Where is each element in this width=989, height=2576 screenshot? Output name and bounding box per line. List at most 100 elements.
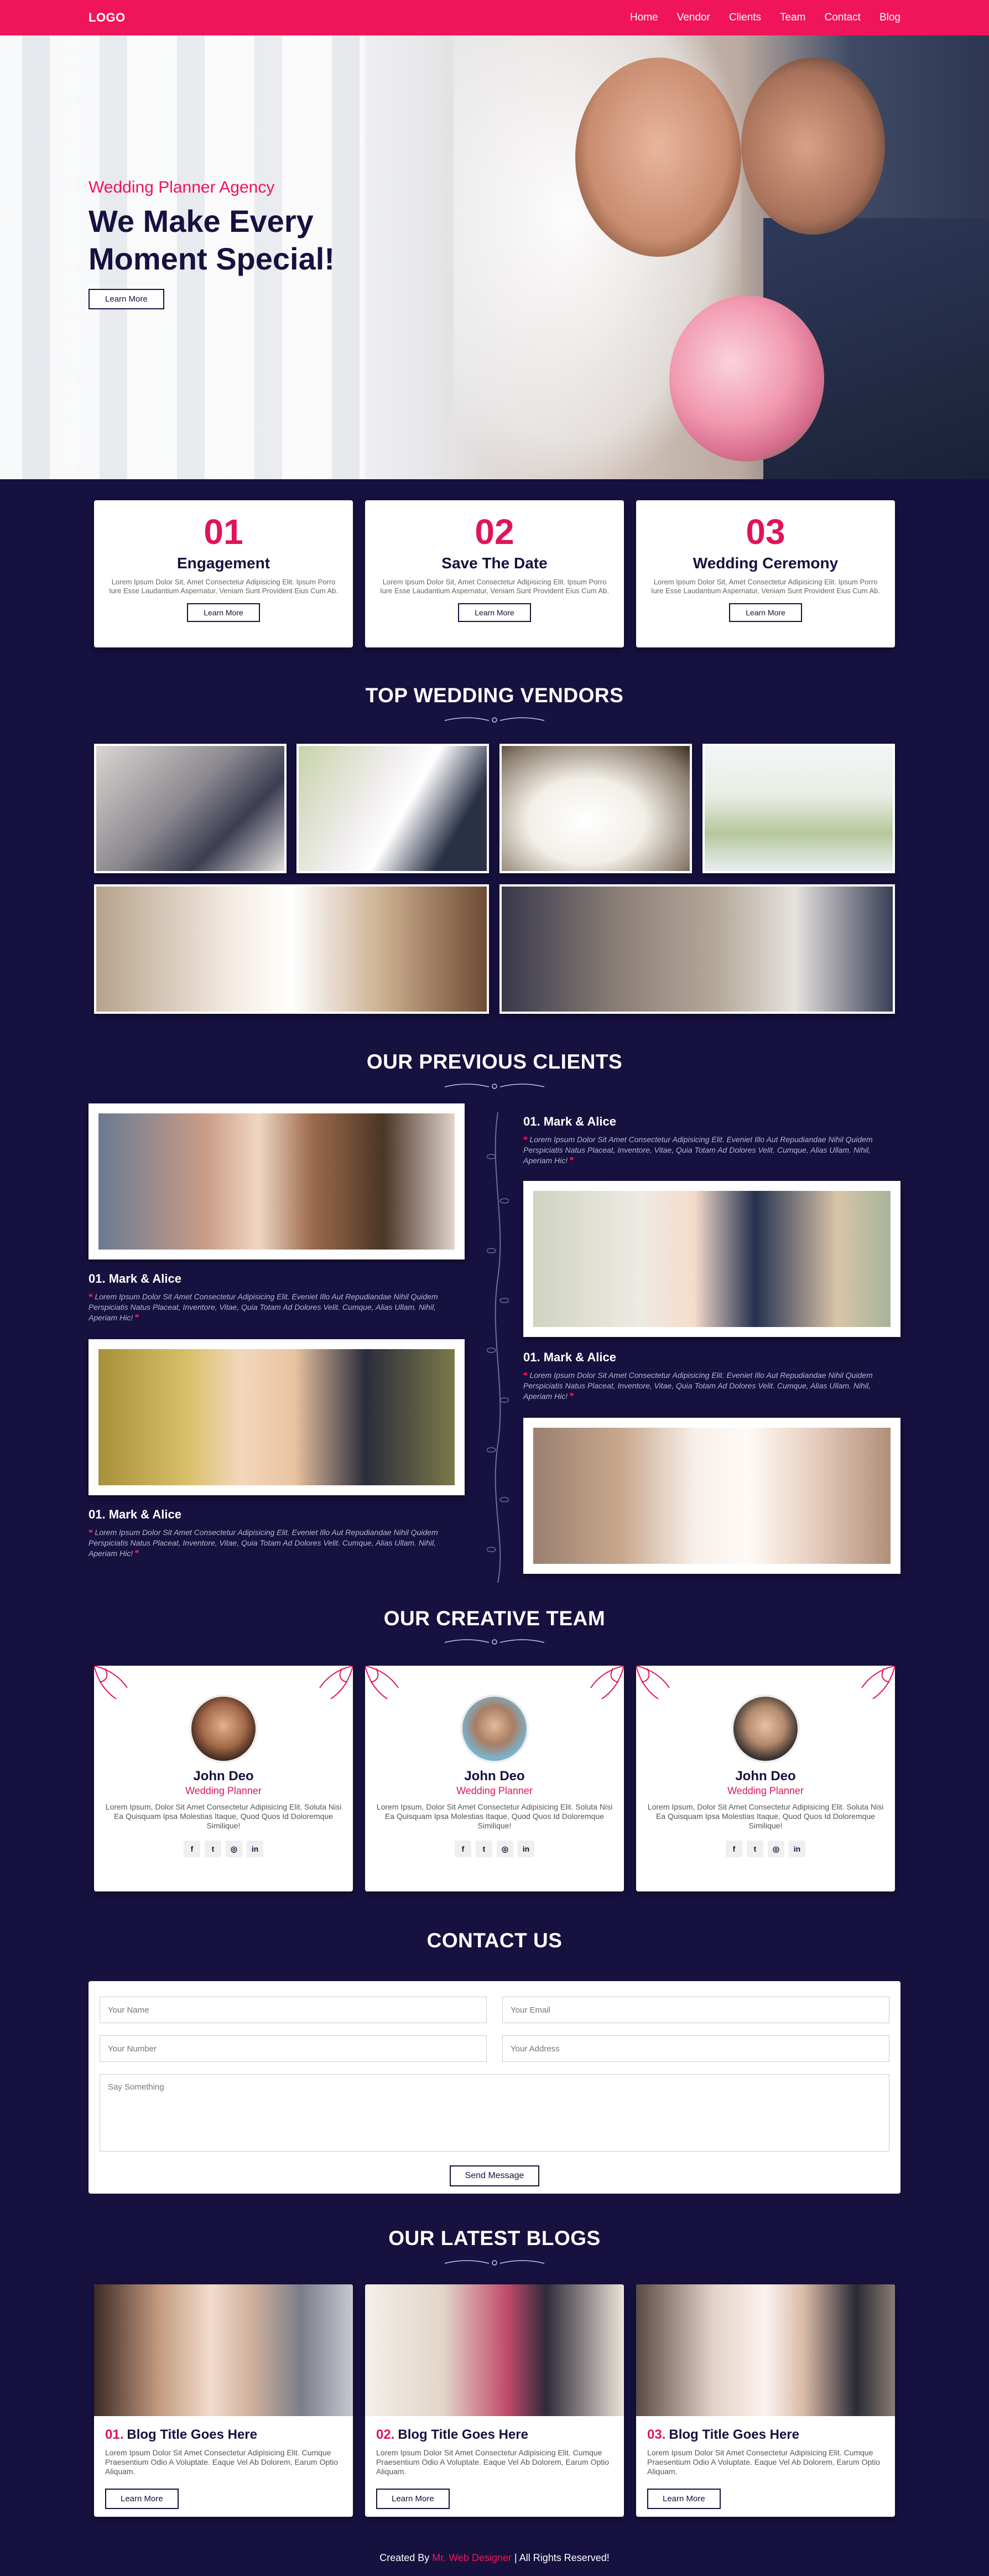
blog-image[interactable] bbox=[365, 2284, 624, 2416]
vendor-arch-image[interactable] bbox=[702, 744, 895, 873]
member-name: John Deo bbox=[464, 1769, 525, 1784]
email-field[interactable] bbox=[502, 1997, 889, 2023]
flourish-divider-icon bbox=[444, 1639, 545, 1645]
client-photo[interactable] bbox=[89, 1103, 465, 1260]
client-photo[interactable] bbox=[89, 1339, 465, 1495]
nav-link-clients[interactable]: Clients bbox=[729, 12, 761, 24]
client-photo[interactable] bbox=[523, 1418, 900, 1574]
blog-card: 03. Blog Title Goes Here Lorem Ipsum Dolo… bbox=[636, 2284, 895, 2517]
vendor-dress-image[interactable] bbox=[94, 744, 287, 873]
client-testimonial-text: Lorem Ipsum Dolor Sit Amet Consectetur A… bbox=[523, 1135, 873, 1165]
client-name: 01. Mark & Alice bbox=[523, 1350, 616, 1364]
step-title: Wedding Ceremony bbox=[693, 554, 839, 572]
quote-open-icon: ❝ bbox=[89, 1528, 93, 1537]
vendor-celebration-image[interactable] bbox=[94, 884, 489, 1014]
team-section: John Deo Wedding Planner Lorem Ipsum, Do… bbox=[94, 1666, 895, 1891]
floral-corner-icon bbox=[636, 1666, 670, 1699]
floral-corner-icon bbox=[590, 1666, 624, 1699]
twitter-icon[interactable]: t bbox=[747, 1841, 763, 1857]
member-bio: Lorem Ipsum, Dolor Sit Amet Consectetur … bbox=[376, 1802, 613, 1830]
footer-suffix: | All Rights Reserved! bbox=[514, 2552, 610, 2563]
blog-number: 03. bbox=[647, 2427, 666, 2442]
client-testimonial: ❝ Lorem Ipsum Dolor Sit Amet Consectetur… bbox=[89, 1292, 448, 1323]
clients-title: OUR PREVIOUS CLIENTS bbox=[366, 1050, 623, 1073]
step-learn-more-button[interactable]: Learn More bbox=[458, 603, 531, 622]
twitter-icon[interactable]: t bbox=[205, 1841, 221, 1857]
client-testimonial: ❝ Lorem Ipsum Dolor Sit Amet Consectetur… bbox=[89, 1527, 448, 1559]
blog-learn-more-button[interactable]: Learn More bbox=[647, 2489, 721, 2509]
quote-open-icon: ❝ bbox=[523, 1135, 528, 1144]
client-testimonial: ❝ Lorem Ipsum Dolor Sit Amet Consectetur… bbox=[523, 1134, 883, 1166]
blogs-section: 01. Blog Title Goes Here Lorem Ipsum Dolo… bbox=[94, 2284, 895, 2517]
step-text: Lorem Ipsum Dolor Sit, Amet Consectetur … bbox=[650, 578, 881, 595]
blog-learn-more-button[interactable]: Learn More bbox=[376, 2489, 450, 2509]
facebook-icon[interactable]: f bbox=[726, 1841, 742, 1857]
member-role: Wedding Planner bbox=[456, 1785, 533, 1796]
blog-title-text: Blog Title Goes Here bbox=[127, 2427, 257, 2442]
hero-groom-image bbox=[741, 58, 885, 235]
linkedin-icon[interactable]: in bbox=[247, 1841, 263, 1857]
hero-learn-more-button[interactable]: Learn More bbox=[89, 289, 164, 309]
client-testimonial-text: Lorem Ipsum Dolor Sit Amet Consectetur A… bbox=[523, 1371, 873, 1401]
client-name: 01. Mark & Alice bbox=[89, 1272, 181, 1286]
hero-text: Wedding Planner Agency We Make Every Mom… bbox=[89, 178, 343, 309]
send-message-button[interactable]: Send Message bbox=[449, 2165, 540, 2186]
nav-link-blog[interactable]: Blog bbox=[879, 12, 900, 24]
client-photo-image bbox=[533, 1191, 891, 1327]
address-field[interactable] bbox=[502, 2035, 889, 2062]
twitter-icon[interactable]: t bbox=[476, 1841, 492, 1857]
message-field[interactable] bbox=[100, 2074, 889, 2152]
vendor-photographer-image[interactable] bbox=[499, 884, 895, 1014]
floral-corner-icon bbox=[861, 1666, 895, 1699]
quote-close-icon: ❞ bbox=[135, 1549, 139, 1558]
instagram-icon[interactable]: ◎ bbox=[768, 1841, 784, 1857]
name-field[interactable] bbox=[100, 1997, 487, 2023]
step-card: 02 Save The Date Lorem Ipsum Dolor Sit, … bbox=[365, 500, 624, 647]
linkedin-icon[interactable]: in bbox=[789, 1841, 805, 1857]
vendors-title: TOP WEDDING VENDORS bbox=[365, 684, 624, 707]
vendor-cake-image[interactable] bbox=[499, 744, 692, 873]
logo[interactable]: LOGO bbox=[89, 11, 126, 25]
team-member-card: John Deo Wedding Planner Lorem Ipsum, Do… bbox=[636, 1666, 895, 1891]
blog-title[interactable]: 02. Blog Title Goes Here bbox=[376, 2427, 613, 2443]
number-field[interactable] bbox=[100, 2035, 487, 2062]
client-name: 01. Mark & Alice bbox=[89, 1507, 181, 1521]
vendor-bouquet-image[interactable] bbox=[296, 744, 489, 873]
nav-link-home[interactable]: Home bbox=[630, 12, 658, 24]
nav-link-vendor[interactable]: Vendor bbox=[677, 12, 710, 24]
blog-learn-more-button[interactable]: Learn More bbox=[105, 2489, 179, 2509]
steps-section: 01 Engagement Lorem Ipsum Dolor Sit, Ame… bbox=[94, 500, 895, 647]
nav-link-contact[interactable]: Contact bbox=[824, 12, 860, 24]
client-photo-image bbox=[533, 1428, 891, 1564]
step-number: 01 bbox=[204, 512, 243, 552]
facebook-icon[interactable]: f bbox=[455, 1841, 471, 1857]
hero-subtitle: Wedding Planner Agency bbox=[89, 178, 275, 196]
facebook-icon[interactable]: f bbox=[184, 1841, 200, 1857]
client-photo-image bbox=[98, 1349, 455, 1485]
quote-open-icon: ❝ bbox=[523, 1371, 528, 1380]
avatar bbox=[189, 1694, 258, 1763]
quote-close-icon: ❞ bbox=[570, 1392, 574, 1401]
instagram-icon[interactable]: ◎ bbox=[226, 1841, 242, 1857]
step-number: 03 bbox=[746, 512, 785, 552]
instagram-icon[interactable]: ◎ bbox=[497, 1841, 513, 1857]
blog-number: 02. bbox=[376, 2427, 395, 2442]
blog-excerpt: Lorem Ipsum Dolor Sit Amet Consectetur A… bbox=[647, 2448, 881, 2476]
footer-prefix: Created By bbox=[379, 2552, 430, 2563]
top-navbar: LOGO Home Vendor Clients Team Contact Bl… bbox=[0, 0, 989, 35]
step-learn-more-button[interactable]: Learn More bbox=[729, 603, 802, 622]
linkedin-icon[interactable]: in bbox=[518, 1841, 534, 1857]
client-photo[interactable] bbox=[523, 1181, 900, 1337]
blog-title[interactable]: 01. Blog Title Goes Here bbox=[105, 2427, 342, 2443]
nav-link-team[interactable]: Team bbox=[780, 12, 805, 24]
blog-image[interactable] bbox=[636, 2284, 895, 2416]
blog-title[interactable]: 03. Blog Title Goes Here bbox=[647, 2427, 884, 2443]
member-role: Wedding Planner bbox=[185, 1785, 262, 1796]
client-name: 01. Mark & Alice bbox=[523, 1115, 616, 1128]
blog-image[interactable] bbox=[94, 2284, 353, 2416]
step-learn-more-button[interactable]: Learn More bbox=[187, 603, 260, 622]
hero-bride-image bbox=[575, 58, 741, 257]
quote-open-icon: ❝ bbox=[89, 1292, 93, 1301]
footer-brand-link[interactable]: Mr. Web Designer bbox=[432, 2552, 512, 2563]
member-name: John Deo bbox=[193, 1769, 254, 1784]
